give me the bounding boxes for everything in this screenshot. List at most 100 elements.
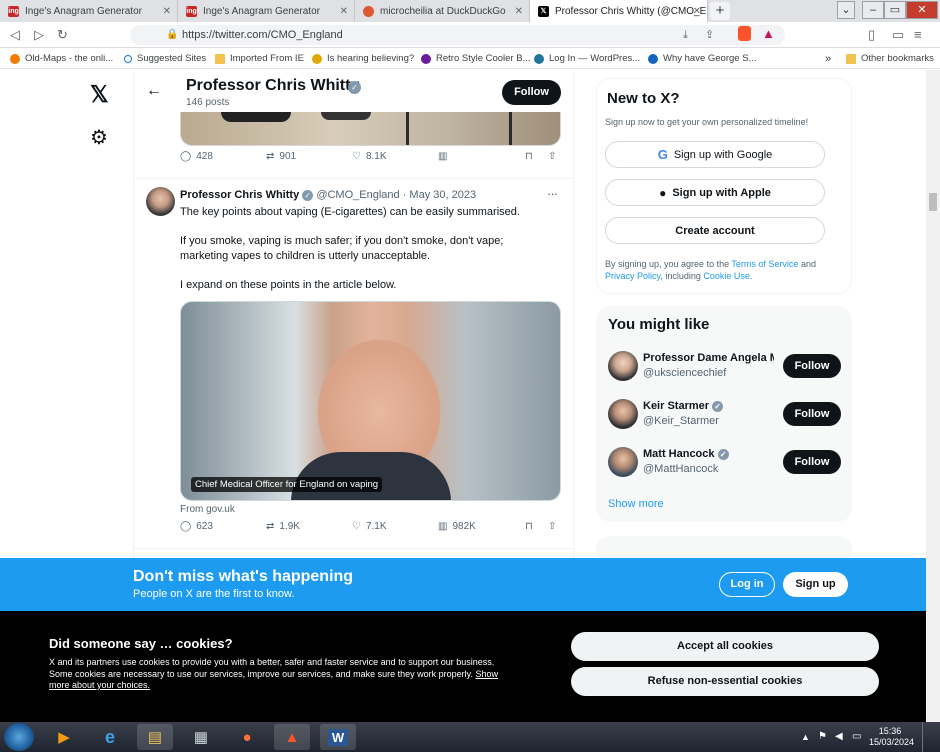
word-icon[interactable]: W xyxy=(320,724,356,750)
suggestion-handle[interactable]: @Keir_Starmer xyxy=(643,415,719,427)
volume-icon[interactable]: ◀ xyxy=(835,731,843,742)
show-desktop-button[interactable] xyxy=(922,722,940,752)
tweet-text-line: If you smoke, vaping is much safer; if y… xyxy=(180,235,504,262)
show-hidden-icons[interactable]: ▲ xyxy=(801,732,810,742)
share-button[interactable]: ⇧ xyxy=(548,151,556,162)
terms-link[interactable]: Terms of Service xyxy=(731,259,798,269)
suggestion-name[interactable]: Professor Dame Angela M xyxy=(643,352,774,364)
bookmark-item[interactable]: Retro Style Cooler B... xyxy=(421,53,531,64)
avatar[interactable] xyxy=(608,399,638,429)
bookmark-item[interactable]: Suggested Sites xyxy=(124,53,206,64)
show-more-link[interactable]: Show more xyxy=(608,498,664,510)
file-explorer-icon[interactable]: ▤ xyxy=(137,724,173,750)
back-arrow-icon[interactable]: ← xyxy=(146,82,162,100)
scrollbar-thumb[interactable] xyxy=(929,193,937,211)
wordpress-icon xyxy=(534,53,544,64)
address-bar[interactable]: 🔒 https://twitter.com/CMO_England ⤓ ⇪ xyxy=(130,25,785,45)
retweet-count: 901 xyxy=(279,150,297,162)
reply-button[interactable]: ◯ 428 xyxy=(180,151,213,162)
brave-browser-icon[interactable]: ▲ xyxy=(274,724,310,750)
x-logo-icon[interactable]: 𝕏 xyxy=(90,81,109,108)
back-icon[interactable]: ◁ xyxy=(10,27,20,43)
menu-icon[interactable]: ≡ xyxy=(914,27,922,42)
share-button[interactable]: ⇧ xyxy=(548,521,556,532)
suggestion-handle[interactable]: @MattHancock xyxy=(643,463,718,475)
retweet-button[interactable]: ⇄ 1.9K xyxy=(266,521,300,532)
cookie-use-link[interactable]: Cookie Use xyxy=(703,271,750,281)
brave-rewards-icon[interactable]: ▲ xyxy=(762,26,775,41)
privacy-link[interactable]: Privacy Policy xyxy=(605,271,660,281)
reply-button[interactable]: ◯ 623 xyxy=(180,521,213,532)
tab-duckduckgo[interactable]: microcheilia at DuckDuckGo ✕ xyxy=(355,0,530,22)
link-source[interactable]: From gov.uk xyxy=(180,504,235,515)
avatar[interactable] xyxy=(146,187,175,216)
bookmark-button[interactable]: ⊓ xyxy=(525,151,533,162)
bookmark-item[interactable]: Old-Maps - the onli... xyxy=(10,53,113,64)
tab-search-button[interactable]: ⌄ xyxy=(837,1,855,19)
internet-explorer-icon[interactable]: e xyxy=(92,724,128,750)
like-button[interactable]: ♡ 8.1K xyxy=(352,151,387,162)
minimize-button[interactable]: – xyxy=(862,1,884,19)
sidebar-icon[interactable]: ▯ xyxy=(868,27,875,43)
new-tab-button[interactable]: + xyxy=(710,2,730,20)
reload-icon[interactable]: ↻ xyxy=(57,27,68,43)
tab-twitter[interactable]: 𝕏 Professor Chris Whitty (@CMO_E ✕ xyxy=(530,0,708,22)
bookmark-button[interactable]: ⊓ xyxy=(525,521,533,532)
close-icon[interactable]: ✕ xyxy=(693,6,701,17)
close-icon[interactable]: ✕ xyxy=(163,6,171,17)
bookmark-item[interactable]: Is hearing believing? xyxy=(312,53,414,64)
tab-anagram-1[interactable]: ing Inge's Anagram Generator ✕ xyxy=(0,0,178,22)
avatar[interactable] xyxy=(608,351,638,381)
other-bookmarks[interactable]: Other bookmarks xyxy=(846,53,934,64)
refuse-cookies-button[interactable]: Refuse non-essential cookies xyxy=(571,667,879,696)
media-player-icon[interactable]: ▶ xyxy=(46,724,82,750)
link-card-image[interactable]: Chief Medical Officer for England on vap… xyxy=(180,301,561,501)
suggestion-name[interactable]: Matt Hancock xyxy=(643,448,715,460)
views-button[interactable]: ▥ xyxy=(438,151,447,162)
tab-anagram-2[interactable]: ing Inge's Anagram Generator ✕ xyxy=(178,0,355,22)
follow-button[interactable]: Follow xyxy=(783,450,841,474)
more-options-icon[interactable]: ··· xyxy=(547,186,558,201)
google-signup-button[interactable]: G Sign up with Google xyxy=(605,141,825,168)
bookmark-item[interactable]: Log In — WordPres... xyxy=(534,53,640,64)
share-icon[interactable]: ⇪ xyxy=(705,25,714,45)
accept-cookies-button[interactable]: Accept all cookies xyxy=(571,632,879,661)
close-window-button[interactable]: ✕ xyxy=(906,1,938,19)
settings-icon[interactable]: ⚙ xyxy=(90,125,108,150)
tweet-handle[interactable]: @CMO_England xyxy=(316,189,399,201)
previous-tweet-image[interactable] xyxy=(180,112,561,146)
scrollbar[interactable] xyxy=(926,70,940,722)
like-button[interactable]: ♡ 7.1K xyxy=(352,521,387,532)
bookmarks-overflow-button[interactable]: » xyxy=(825,53,831,65)
avatar[interactable] xyxy=(608,447,638,477)
create-account-button[interactable]: Create account xyxy=(605,217,825,244)
close-icon[interactable]: ✕ xyxy=(340,6,348,17)
close-icon[interactable]: ✕ xyxy=(515,6,523,17)
bookmark-item[interactable]: Why have George S... xyxy=(648,53,756,64)
retweet-button[interactable]: ⇄ 901 xyxy=(266,151,296,162)
forward-icon[interactable]: ▷ xyxy=(34,27,44,43)
firefox-icon[interactable]: ● xyxy=(229,724,265,750)
brave-shield-icon[interactable] xyxy=(738,26,751,41)
follow-button[interactable]: Follow xyxy=(783,354,841,378)
download-icon[interactable]: ⤓ xyxy=(683,25,688,45)
wallet-icon[interactable]: ▭ xyxy=(892,27,904,43)
start-button[interactable] xyxy=(4,723,34,751)
maximize-button[interactable]: ▭ xyxy=(884,1,906,19)
tweet-date[interactable]: · May 30, 2023 xyxy=(403,189,476,201)
clock[interactable]: 15:36 15/03/2024 xyxy=(869,726,914,748)
follow-button[interactable]: Follow xyxy=(502,80,561,105)
cookie-banner: Did someone say … cookies? X and its par… xyxy=(0,611,926,722)
views-button[interactable]: ▥ 982K xyxy=(438,521,476,532)
flag-icon[interactable]: ⚑ xyxy=(818,731,827,742)
apple-signup-button[interactable]: ● Sign up with Apple xyxy=(605,179,825,206)
bookmark-item[interactable]: Imported From IE xyxy=(215,53,304,64)
signup-button[interactable]: Sign up xyxy=(783,572,848,597)
suggestion-name[interactable]: Keir Starmer xyxy=(643,400,709,412)
network-icon[interactable]: ▭ xyxy=(852,731,861,742)
login-button[interactable]: Log in xyxy=(719,572,775,597)
calculator-icon[interactable]: ▦ xyxy=(183,724,219,750)
tweet-author[interactable]: Professor Chris Whitty xyxy=(180,189,299,201)
follow-button[interactable]: Follow xyxy=(783,402,841,426)
suggestion-handle[interactable]: @uksciencechief xyxy=(643,367,726,379)
